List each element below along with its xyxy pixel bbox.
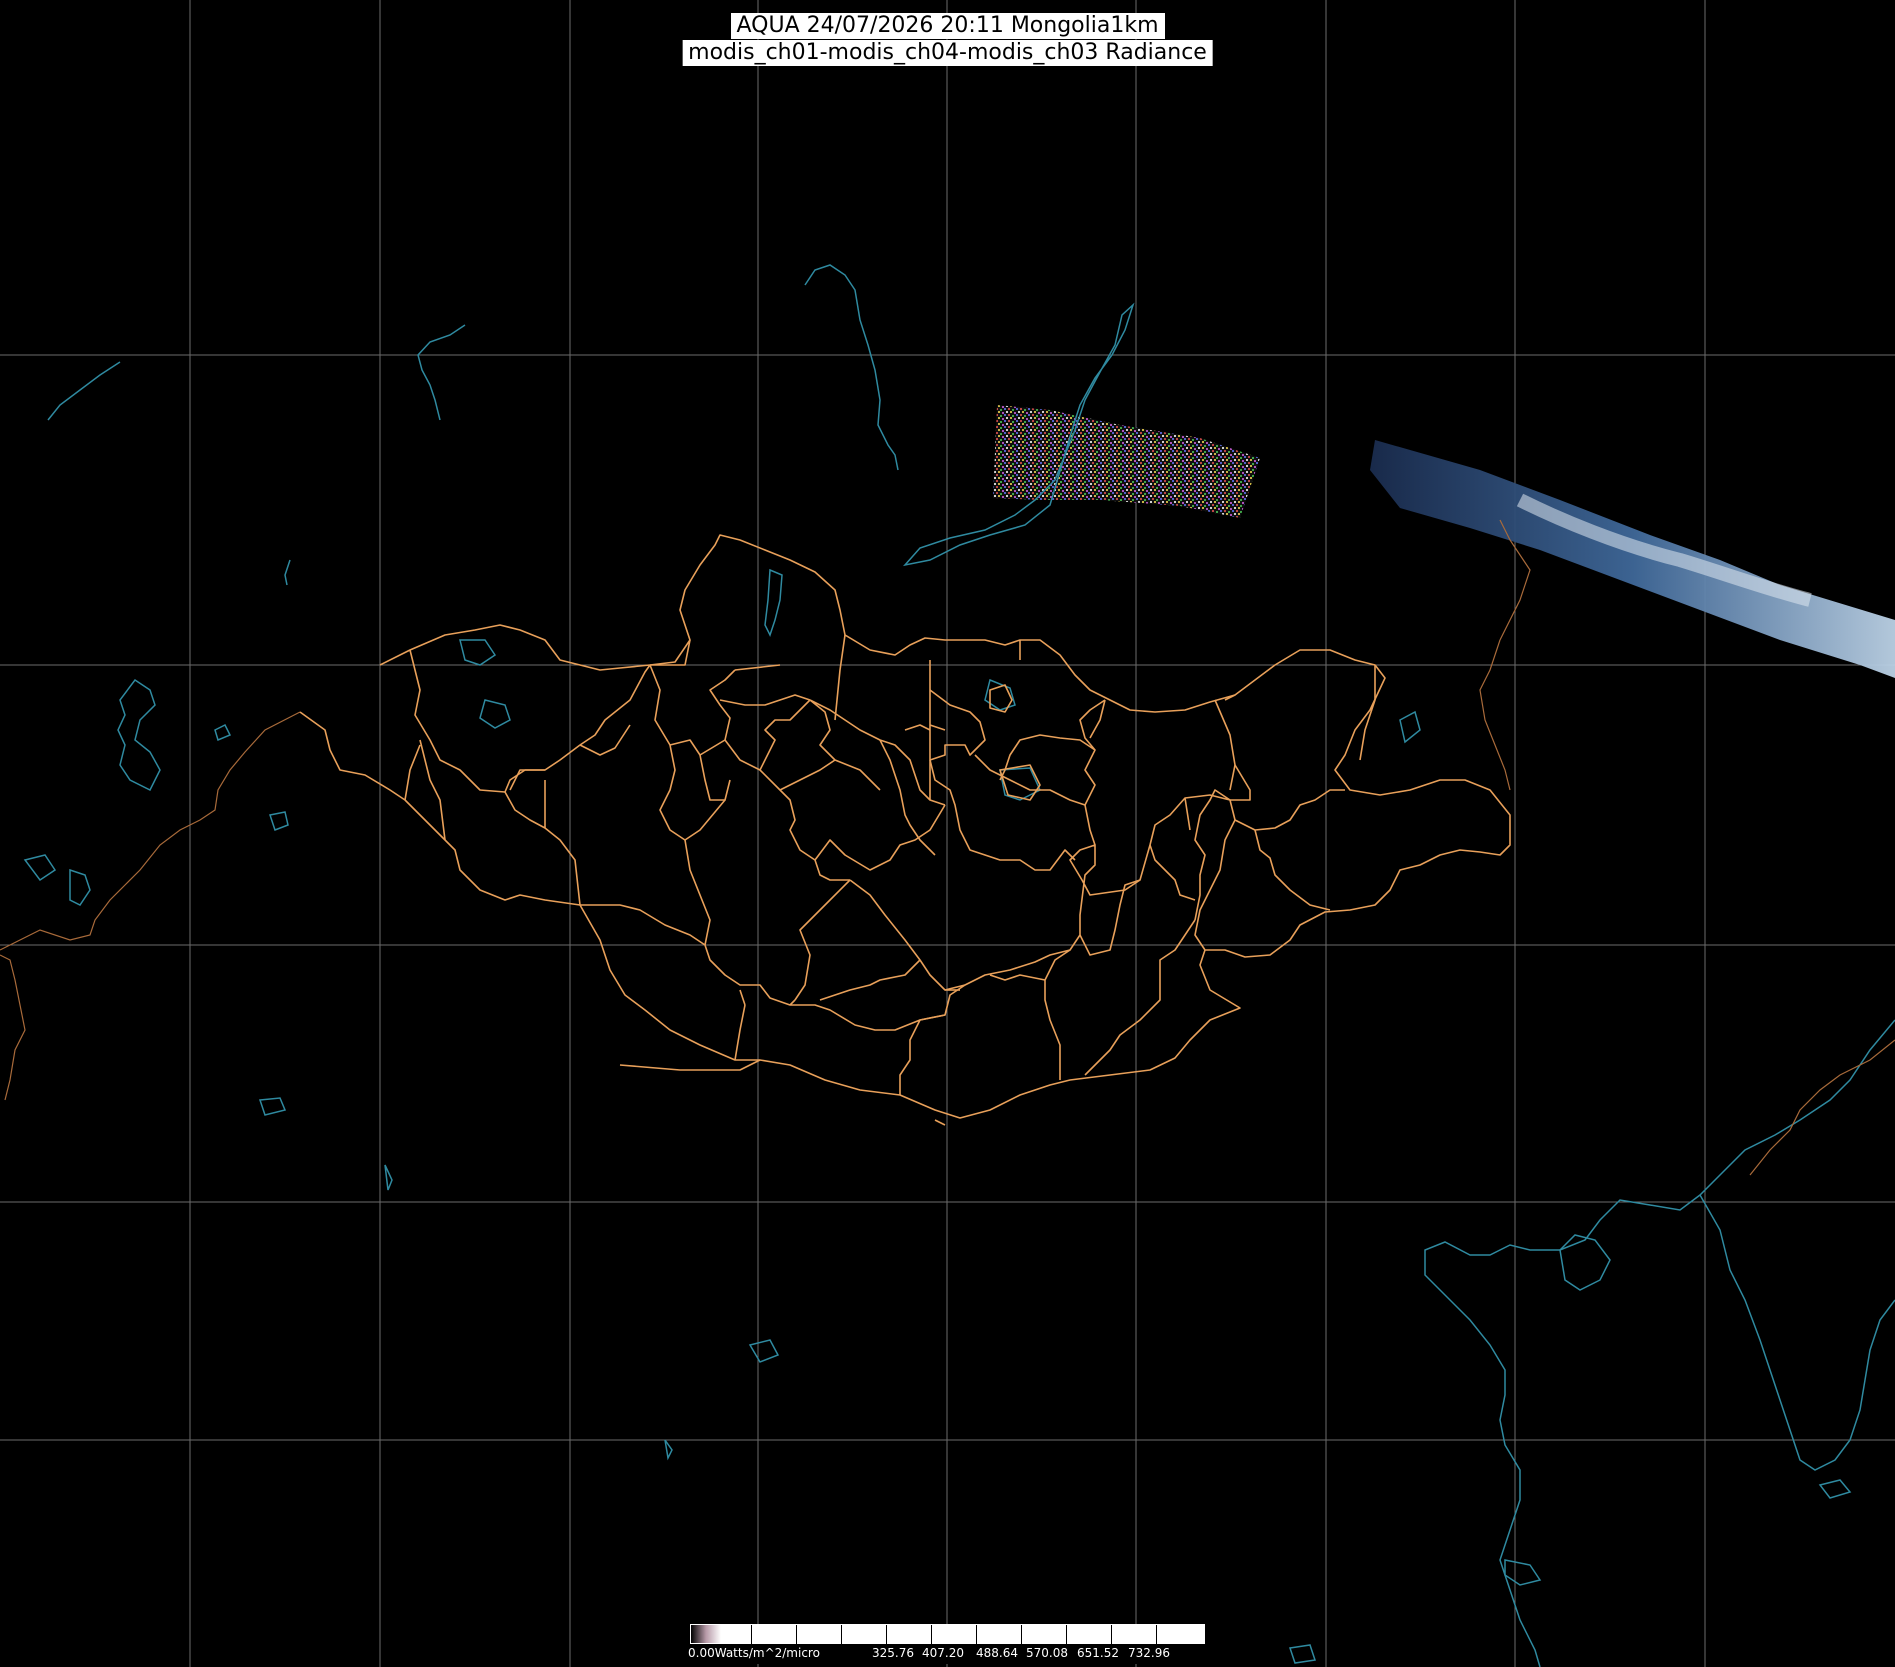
- legend-color-bar: [690, 1624, 1205, 1645]
- legend-tick: [1156, 1625, 1157, 1645]
- legend-tick-label: 570.08: [1026, 1646, 1068, 1660]
- legend-ramp: [691, 1625, 721, 1643]
- legend-unit-label: 0.00Watts/m^2/micro: [688, 1646, 820, 1660]
- legend-fill: [721, 1625, 1204, 1643]
- map-title-line-1: AQUA 24/07/2026 20:11 Mongolia1km: [730, 13, 1165, 39]
- map-title-line-2: modis_ch01-modis_ch04-modis_ch03 Radianc…: [682, 40, 1213, 66]
- legend-tick: [1066, 1625, 1067, 1645]
- legend-tick-label: 488.64: [976, 1646, 1018, 1660]
- legend-tick: [751, 1625, 752, 1645]
- legend-tick: [886, 1625, 887, 1645]
- radiance-legend: 0.00Watts/m^2/micro 325.76 407.20 488.64…: [688, 1624, 1205, 1664]
- legend-tick-label: 732.96: [1128, 1646, 1170, 1660]
- legend-tick: [1021, 1625, 1022, 1645]
- legend-tick-label: 651.52: [1077, 1646, 1119, 1660]
- legend-tick: [841, 1625, 842, 1645]
- legend-tick-label: 407.20: [922, 1646, 964, 1660]
- legend-tick: [976, 1625, 977, 1645]
- legend-tick: [796, 1625, 797, 1645]
- legend-tick: [931, 1625, 932, 1645]
- legend-tick: [1111, 1625, 1112, 1645]
- map-canvas: [0, 0, 1895, 1667]
- legend-tick-label: 325.76: [872, 1646, 914, 1660]
